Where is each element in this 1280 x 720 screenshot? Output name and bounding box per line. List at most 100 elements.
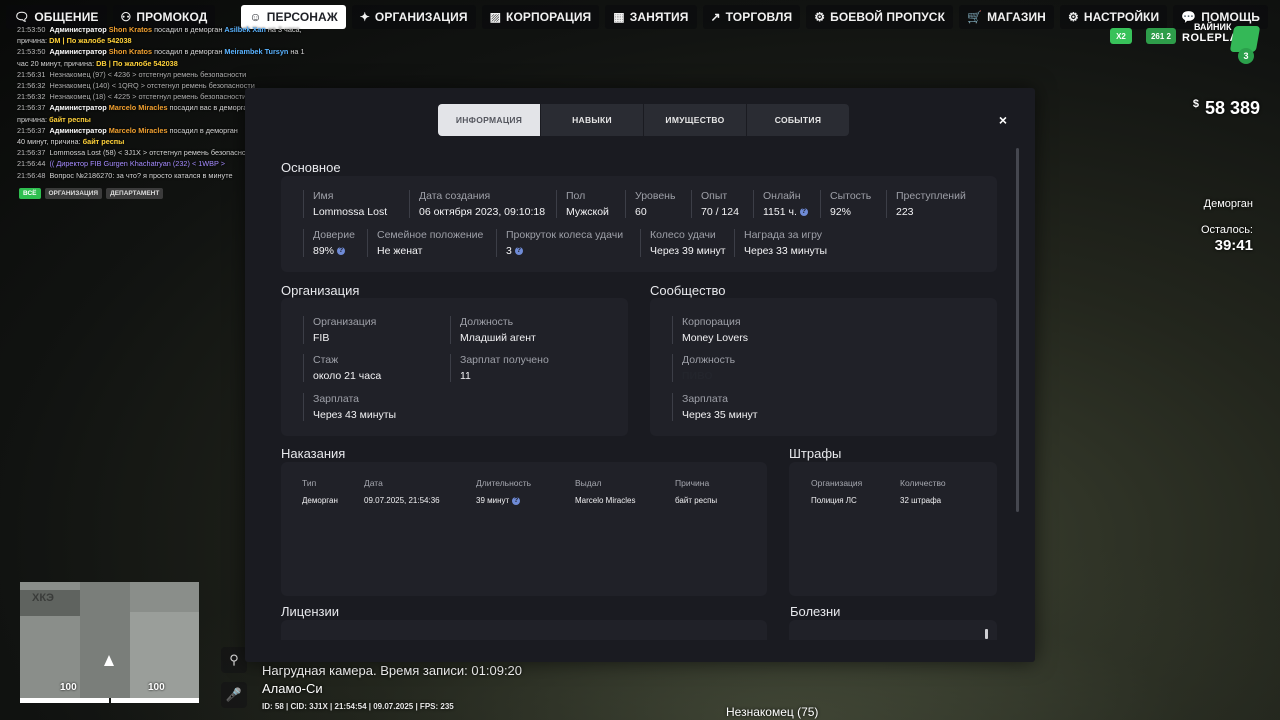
section-diseases-title: Болезни xyxy=(790,604,841,619)
chat-hl: DB | По жалобе 542038 xyxy=(96,58,178,68)
field-wheel: Колесо удачи Через 39 минут xyxy=(640,229,726,257)
chat-hl: байт респы xyxy=(82,137,125,147)
chat-mid: посадил в деморган xyxy=(154,25,223,34)
community-field-salary: Зарплата Через 35 минут xyxy=(672,393,758,421)
question-icon[interactable]: ? xyxy=(512,496,521,505)
health-armor-bars xyxy=(20,698,199,703)
chat-mid: посадил в деморган xyxy=(169,125,238,135)
minimap-left-number: 100 xyxy=(60,682,77,693)
org-tenure-label: Стаж xyxy=(313,354,339,366)
field-reward-value: Через 33 минуты xyxy=(744,245,828,257)
community-salary-value: Через 35 минут xyxy=(682,409,758,421)
nav-chat-label: ОБЩЕНИЕ xyxy=(34,10,99,24)
chat-name: Shon Kratos xyxy=(108,25,153,34)
chat-name: Shon Kratos xyxy=(108,47,153,57)
nav-battlepass-label: БОЕВОЙ ПРОПУСК xyxy=(830,10,946,24)
minimap-right-number: 100 xyxy=(148,682,165,693)
punish-header-date: Дата xyxy=(364,478,383,488)
question-icon[interactable]: ? xyxy=(337,247,346,256)
question-icon[interactable]: ? xyxy=(799,208,808,217)
field-created-value: 06 октября 2023, 09:10:18 xyxy=(419,206,546,218)
org-position-label: Должность xyxy=(460,316,514,328)
location-pin-button[interactable]: ⚲ xyxy=(221,647,247,673)
chat-hl: байт респы xyxy=(49,114,91,124)
close-icon[interactable]: × xyxy=(999,112,1007,128)
player-arrow-icon xyxy=(104,655,114,666)
remaining-label: Осталось: xyxy=(1200,224,1253,236)
x2-badge: X2 xyxy=(1110,28,1132,44)
tab-property[interactable]: ИМУЩЕСТВО xyxy=(644,104,746,136)
chat-target: Meirambek Tursyn xyxy=(224,47,289,57)
field-gender-label: Пол xyxy=(566,190,586,202)
nav-corporation[interactable]: ▨ КОРПОРАЦИЯ xyxy=(481,5,600,29)
nav-battlepass[interactable]: ⚙ БОЕВОЙ ПРОПУСК xyxy=(806,5,954,29)
community-field-position: Должность ПИВО xyxy=(672,354,735,382)
nav-corporation-label: КОРПОРАЦИЯ xyxy=(506,10,592,24)
org-field-salaries: Зарплат получено 11 xyxy=(450,354,549,382)
minimap: ХКЭ 100 100 xyxy=(20,582,199,698)
chat-tab-all[interactable]: ВСЁ xyxy=(19,188,41,199)
community-field-corporation: Корпорация Money Lovers xyxy=(672,316,748,344)
field-wheel-value: Через 39 минут xyxy=(650,245,726,257)
chat-bubble-icon: 🗨 xyxy=(14,10,30,24)
field-trust-value-wrap: 89%? xyxy=(313,245,355,257)
tab-skills[interactable]: НАВЫКИ xyxy=(541,104,643,136)
tab-events[interactable]: СОБЫТИЯ xyxy=(747,104,849,136)
chat-grey: Незнакомец (140) < 1QRQ > отстегнул реме… xyxy=(49,81,255,91)
chat-name: Marcelo Miracles xyxy=(108,103,168,113)
section-licenses-title: Лицензии xyxy=(281,604,339,619)
org-network-icon: ✦ xyxy=(359,10,370,24)
fines-cell-org: Полиция ЛС xyxy=(811,496,857,505)
punish-cell-type: Деморган xyxy=(302,496,338,505)
field-wheel-spins-value: 3 xyxy=(506,245,512,257)
org-field-tenure: Стаж около 21 часа xyxy=(303,354,381,382)
money-amount: 58 389 xyxy=(1204,98,1260,118)
nav-organization-label: ОРГАНИЗАЦИЯ xyxy=(374,10,468,24)
microphone-button[interactable]: 🎤 xyxy=(221,682,247,708)
nav-organization[interactable]: ✦ ОРГАНИЗАЦИЯ xyxy=(351,5,476,29)
nav-activities[interactable]: ▦ ЗАНЯТИЯ xyxy=(605,5,697,29)
field-satiety-value: 92% xyxy=(830,206,852,218)
field-name-label: Имя xyxy=(313,190,334,202)
field-level-value: 60 xyxy=(635,206,647,218)
field-wheel-spins-value-wrap: 3? xyxy=(506,245,623,257)
field-trust: Доверие 89%? xyxy=(303,229,355,257)
chat-post: на 3 часа, xyxy=(267,25,302,34)
chat-ts: 21:56:37 xyxy=(17,148,46,158)
field-wheel-label: Колесо удачи xyxy=(650,229,716,241)
field-trust-label: Доверие xyxy=(313,229,355,241)
car-icon: ▨ xyxy=(489,10,502,24)
chat-line: 21:56:31 Незнакомец (97) < 4236 > отстег… xyxy=(17,69,347,80)
gear-icon: ⚙ xyxy=(1067,10,1079,24)
question-icon[interactable]: ? xyxy=(514,247,523,256)
panel-tabs: ИНФОРМАЦИЯ НАВЫКИ ИМУЩЕСТВО СОБЫТИЯ xyxy=(438,104,849,136)
nav-shop[interactable]: 🛒 МАГАЗИН xyxy=(959,5,1054,29)
server-logo: X2 261 2 ВАЙНИК ROLEPLAY 3 xyxy=(1108,22,1261,70)
diseases-scrollbar[interactable] xyxy=(985,629,988,639)
nearby-player-label: Незнакомец (75) xyxy=(726,705,819,719)
chat-cont: причина: xyxy=(17,36,48,46)
chat-ts: 21:56:31 xyxy=(17,69,46,79)
org-salary-label: Зарплата xyxy=(313,393,359,405)
chat-pre: Администратор xyxy=(49,103,107,113)
field-family-label: Семейное положение xyxy=(377,229,484,241)
fines-header-org: Организация xyxy=(811,478,863,488)
chat-name: Marcelo Miracles xyxy=(108,125,168,135)
field-satiety-label: Сытость xyxy=(830,190,872,202)
chat-cont: причина: xyxy=(17,114,48,124)
chat-tab-organization[interactable]: ОРГАНИЗАЦИЯ xyxy=(44,188,103,199)
org-salaries-value: 11 xyxy=(460,370,471,382)
punish-header-reason: Причина xyxy=(675,478,710,488)
location-pin-icon: ⚲ xyxy=(229,652,239,667)
chat-ts: 21:56:37 xyxy=(17,125,46,135)
tab-information[interactable]: ИНФОРМАЦИЯ xyxy=(438,104,540,136)
field-gender: Пол Мужской xyxy=(556,190,609,218)
nav-trade[interactable]: ↗ ТОРГОВЛЯ xyxy=(702,5,801,29)
nav-shop-label: МАГАЗИН xyxy=(987,10,1046,24)
org-position-value: Младший агент xyxy=(460,332,536,344)
org-salaries-label: Зарплат получено xyxy=(460,354,549,366)
field-experience: Опыт 70 / 124 xyxy=(691,190,739,218)
field-created-label: Дата создания xyxy=(419,190,491,202)
chat-tab-department[interactable]: ДЕПАРТАМЕНТ xyxy=(106,188,164,199)
panel-scrollbar[interactable] xyxy=(1016,148,1019,512)
